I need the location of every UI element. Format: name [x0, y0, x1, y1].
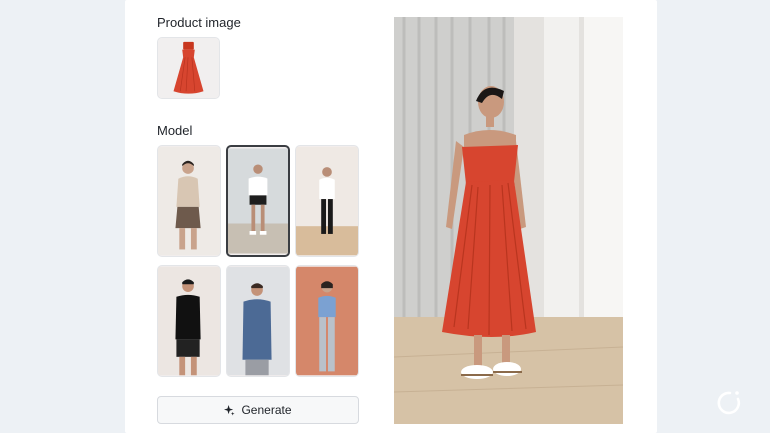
model-photo-6 — [296, 266, 358, 376]
try-on-panel: Product image Model Generate — [125, 0, 657, 433]
model-photo-4 — [158, 266, 220, 376]
model-photo-1 — [158, 146, 220, 256]
product-image-title: Product image — [157, 15, 241, 30]
result-photo — [394, 17, 623, 424]
sparkle-icon — [224, 404, 236, 416]
model-option-2[interactable] — [226, 145, 290, 257]
generate-button[interactable]: Generate — [157, 396, 359, 424]
model-option-4[interactable] — [157, 265, 221, 377]
generate-label: Generate — [241, 403, 292, 417]
model-photo-5 — [227, 266, 289, 376]
model-title: Model — [157, 123, 193, 138]
model-option-6[interactable] — [295, 265, 359, 377]
model-photo-3 — [296, 146, 358, 256]
brand-logo-icon — [714, 387, 746, 419]
model-option-1[interactable] — [157, 145, 221, 257]
red-dress-image — [158, 38, 219, 98]
product-image-thumbnail[interactable] — [157, 37, 220, 99]
model-option-3[interactable] — [295, 145, 359, 257]
model-option-5[interactable] — [226, 265, 290, 377]
generated-result-image — [394, 17, 623, 424]
model-photo-2 — [228, 148, 288, 254]
